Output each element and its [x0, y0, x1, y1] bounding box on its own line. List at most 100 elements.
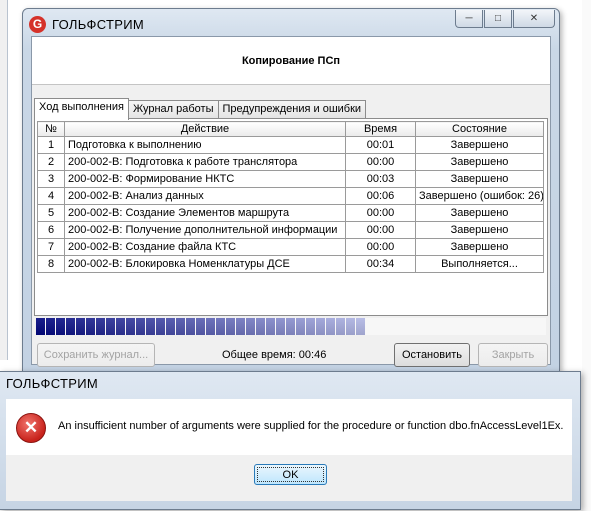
row-status: Завершено — [415, 170, 544, 188]
row-time: 00:03 — [345, 170, 416, 188]
column-header-status[interactable]: Состояние — [415, 121, 544, 137]
error-dialog-client: ✕ An insufficient number of arguments we… — [6, 399, 572, 501]
column-header-action[interactable]: Действие — [64, 121, 346, 137]
table-row[interactable]: 6 200-002-В: Получение дополнительной ин… — [37, 221, 544, 239]
row-action: 200-002-В: Создание файла КТС — [64, 238, 346, 256]
row-status: Завершено — [415, 136, 544, 154]
background-window-edge — [0, 0, 8, 360]
row-status: Выполняется... — [415, 255, 544, 273]
tab-warnings-errors[interactable]: Предупреждения и ошибки — [217, 100, 367, 119]
row-status: Завершено (ошибок: 26) — [415, 187, 544, 205]
row-time: 00:01 — [345, 136, 416, 154]
operation-title: Копирование ПСп — [241, 54, 341, 67]
window-controls: ─ □ ✕ — [455, 10, 555, 28]
progress-block — [236, 318, 245, 335]
row-action: 200-002-В: Формирование НКТС — [64, 170, 346, 188]
row-time: 00:00 — [345, 204, 416, 222]
close-window-button[interactable]: ✕ — [513, 10, 555, 28]
row-action: Подготовка к выполнению — [64, 136, 346, 154]
progress-block — [276, 318, 285, 335]
golfstream-logo-icon: G — [29, 15, 46, 33]
table-row[interactable]: 8 200-002-В: Блокировка Номенклатуры ДСЕ… — [37, 255, 544, 273]
row-number: 1 — [37, 136, 65, 154]
progress-block — [96, 318, 105, 335]
progress-block — [136, 318, 145, 335]
tab-progress[interactable]: Ход выполнения — [34, 98, 129, 120]
progress-block — [226, 318, 235, 335]
table-row[interactable]: 4 200-002-В: Анализ данных 00:06 Заверше… — [37, 187, 544, 205]
tab-work-log[interactable]: Журнал работы — [127, 100, 219, 119]
total-time-label: Общее время: 00:46 — [222, 349, 327, 361]
minimize-icon: ─ — [465, 13, 473, 24]
row-action: 200-002-В: Получение дополнительной инфо… — [64, 221, 346, 239]
progress-block — [186, 318, 195, 335]
row-number: 5 — [37, 204, 65, 222]
progress-block — [346, 318, 355, 335]
row-time: 00:00 — [345, 221, 416, 239]
progress-block — [146, 318, 155, 335]
maximize-icon: □ — [494, 13, 502, 24]
close-icon: ✕ — [529, 13, 539, 24]
table-row[interactable]: 2 200-002-В: Подготовка к работе трансля… — [37, 153, 544, 171]
progress-block — [126, 318, 135, 335]
progress-block — [216, 318, 225, 335]
table-row[interactable]: 7 200-002-В: Создание файла КТС 00:00 За… — [37, 238, 544, 256]
tab-strip: Ход выполнения Журнал работы Предупрежде… — [34, 97, 367, 120]
progress-block — [316, 318, 325, 335]
main-window-title: ГОЛЬФСТРИМ — [52, 16, 144, 32]
progress-block — [46, 318, 55, 335]
error-dialog-title[interactable]: ГОЛЬФСТРИМ — [6, 376, 98, 391]
error-dialog: ГОЛЬФСТРИМ ✕ An insufficient number of a… — [0, 371, 581, 510]
steps-table: № Действие Время Состояние 1 Подготовка … — [37, 121, 544, 273]
progress-block — [166, 318, 175, 335]
progress-block — [116, 318, 125, 335]
row-time: 00:00 — [345, 238, 416, 256]
row-time: 00:06 — [345, 187, 416, 205]
save-log-button[interactable]: Сохранить журнал... — [37, 343, 155, 367]
row-number: 7 — [37, 238, 65, 256]
row-number: 4 — [37, 187, 65, 205]
main-window: G ГОЛЬФСТРИМ ─ □ ✕ Копирование ПСп Ход в… — [22, 8, 560, 372]
ok-button[interactable]: OK — [254, 464, 327, 485]
progress-block — [106, 318, 115, 335]
column-header-number[interactable]: № — [37, 121, 65, 137]
progress-block — [176, 318, 185, 335]
row-number: 2 — [37, 153, 65, 171]
progress-block — [76, 318, 85, 335]
main-window-client: Копирование ПСп Ход выполнения Журнал ра… — [31, 36, 551, 367]
column-header-time[interactable]: Время — [345, 121, 416, 137]
row-status: Завершено — [415, 221, 544, 239]
minimize-button[interactable]: ─ — [455, 10, 483, 28]
table-row[interactable]: 3 200-002-В: Формирование НКТС 00:03 Зав… — [37, 170, 544, 188]
table-row[interactable]: 1 Подготовка к выполнению 00:01 Завершен… — [37, 136, 544, 154]
main-window-titlebar[interactable]: G ГОЛЬФСТРИМ — [29, 12, 144, 36]
stop-button[interactable]: Остановить — [394, 343, 470, 367]
progress-block — [336, 318, 345, 335]
row-time: 00:34 — [345, 255, 416, 273]
row-status: Завершено — [415, 238, 544, 256]
progress-block — [296, 318, 305, 335]
close-button[interactable]: Закрыть — [478, 343, 548, 367]
row-action: 200-002-В: Анализ данных — [64, 187, 346, 205]
row-action: 200-002-В: Блокировка Номенклатуры ДСЕ — [64, 255, 346, 273]
progress-block — [266, 318, 275, 335]
row-number: 3 — [37, 170, 65, 188]
tab-panel: № Действие Время Состояние 1 Подготовка … — [34, 118, 548, 316]
progress-block — [246, 318, 255, 335]
row-action: 200-002-В: Создание Элементов маршрута — [64, 204, 346, 222]
operation-header: Копирование ПСп — [32, 37, 550, 85]
progress-bar — [36, 318, 546, 335]
error-x-icon: ✕ — [16, 413, 46, 443]
progress-block — [206, 318, 215, 335]
maximize-button[interactable]: □ — [484, 10, 512, 28]
desktop-background — [582, 0, 591, 511]
row-time: 00:00 — [345, 153, 416, 171]
table-row[interactable]: 5 200-002-В: Создание Элементов маршрута… — [37, 204, 544, 222]
progress-block — [36, 318, 45, 335]
row-action: 200-002-В: Подготовка к работе транслято… — [64, 153, 346, 171]
progress-block — [326, 318, 335, 335]
progress-block — [286, 318, 295, 335]
error-message: An insufficient number of arguments were… — [58, 420, 564, 432]
progress-block — [86, 318, 95, 335]
progress-block — [256, 318, 265, 335]
